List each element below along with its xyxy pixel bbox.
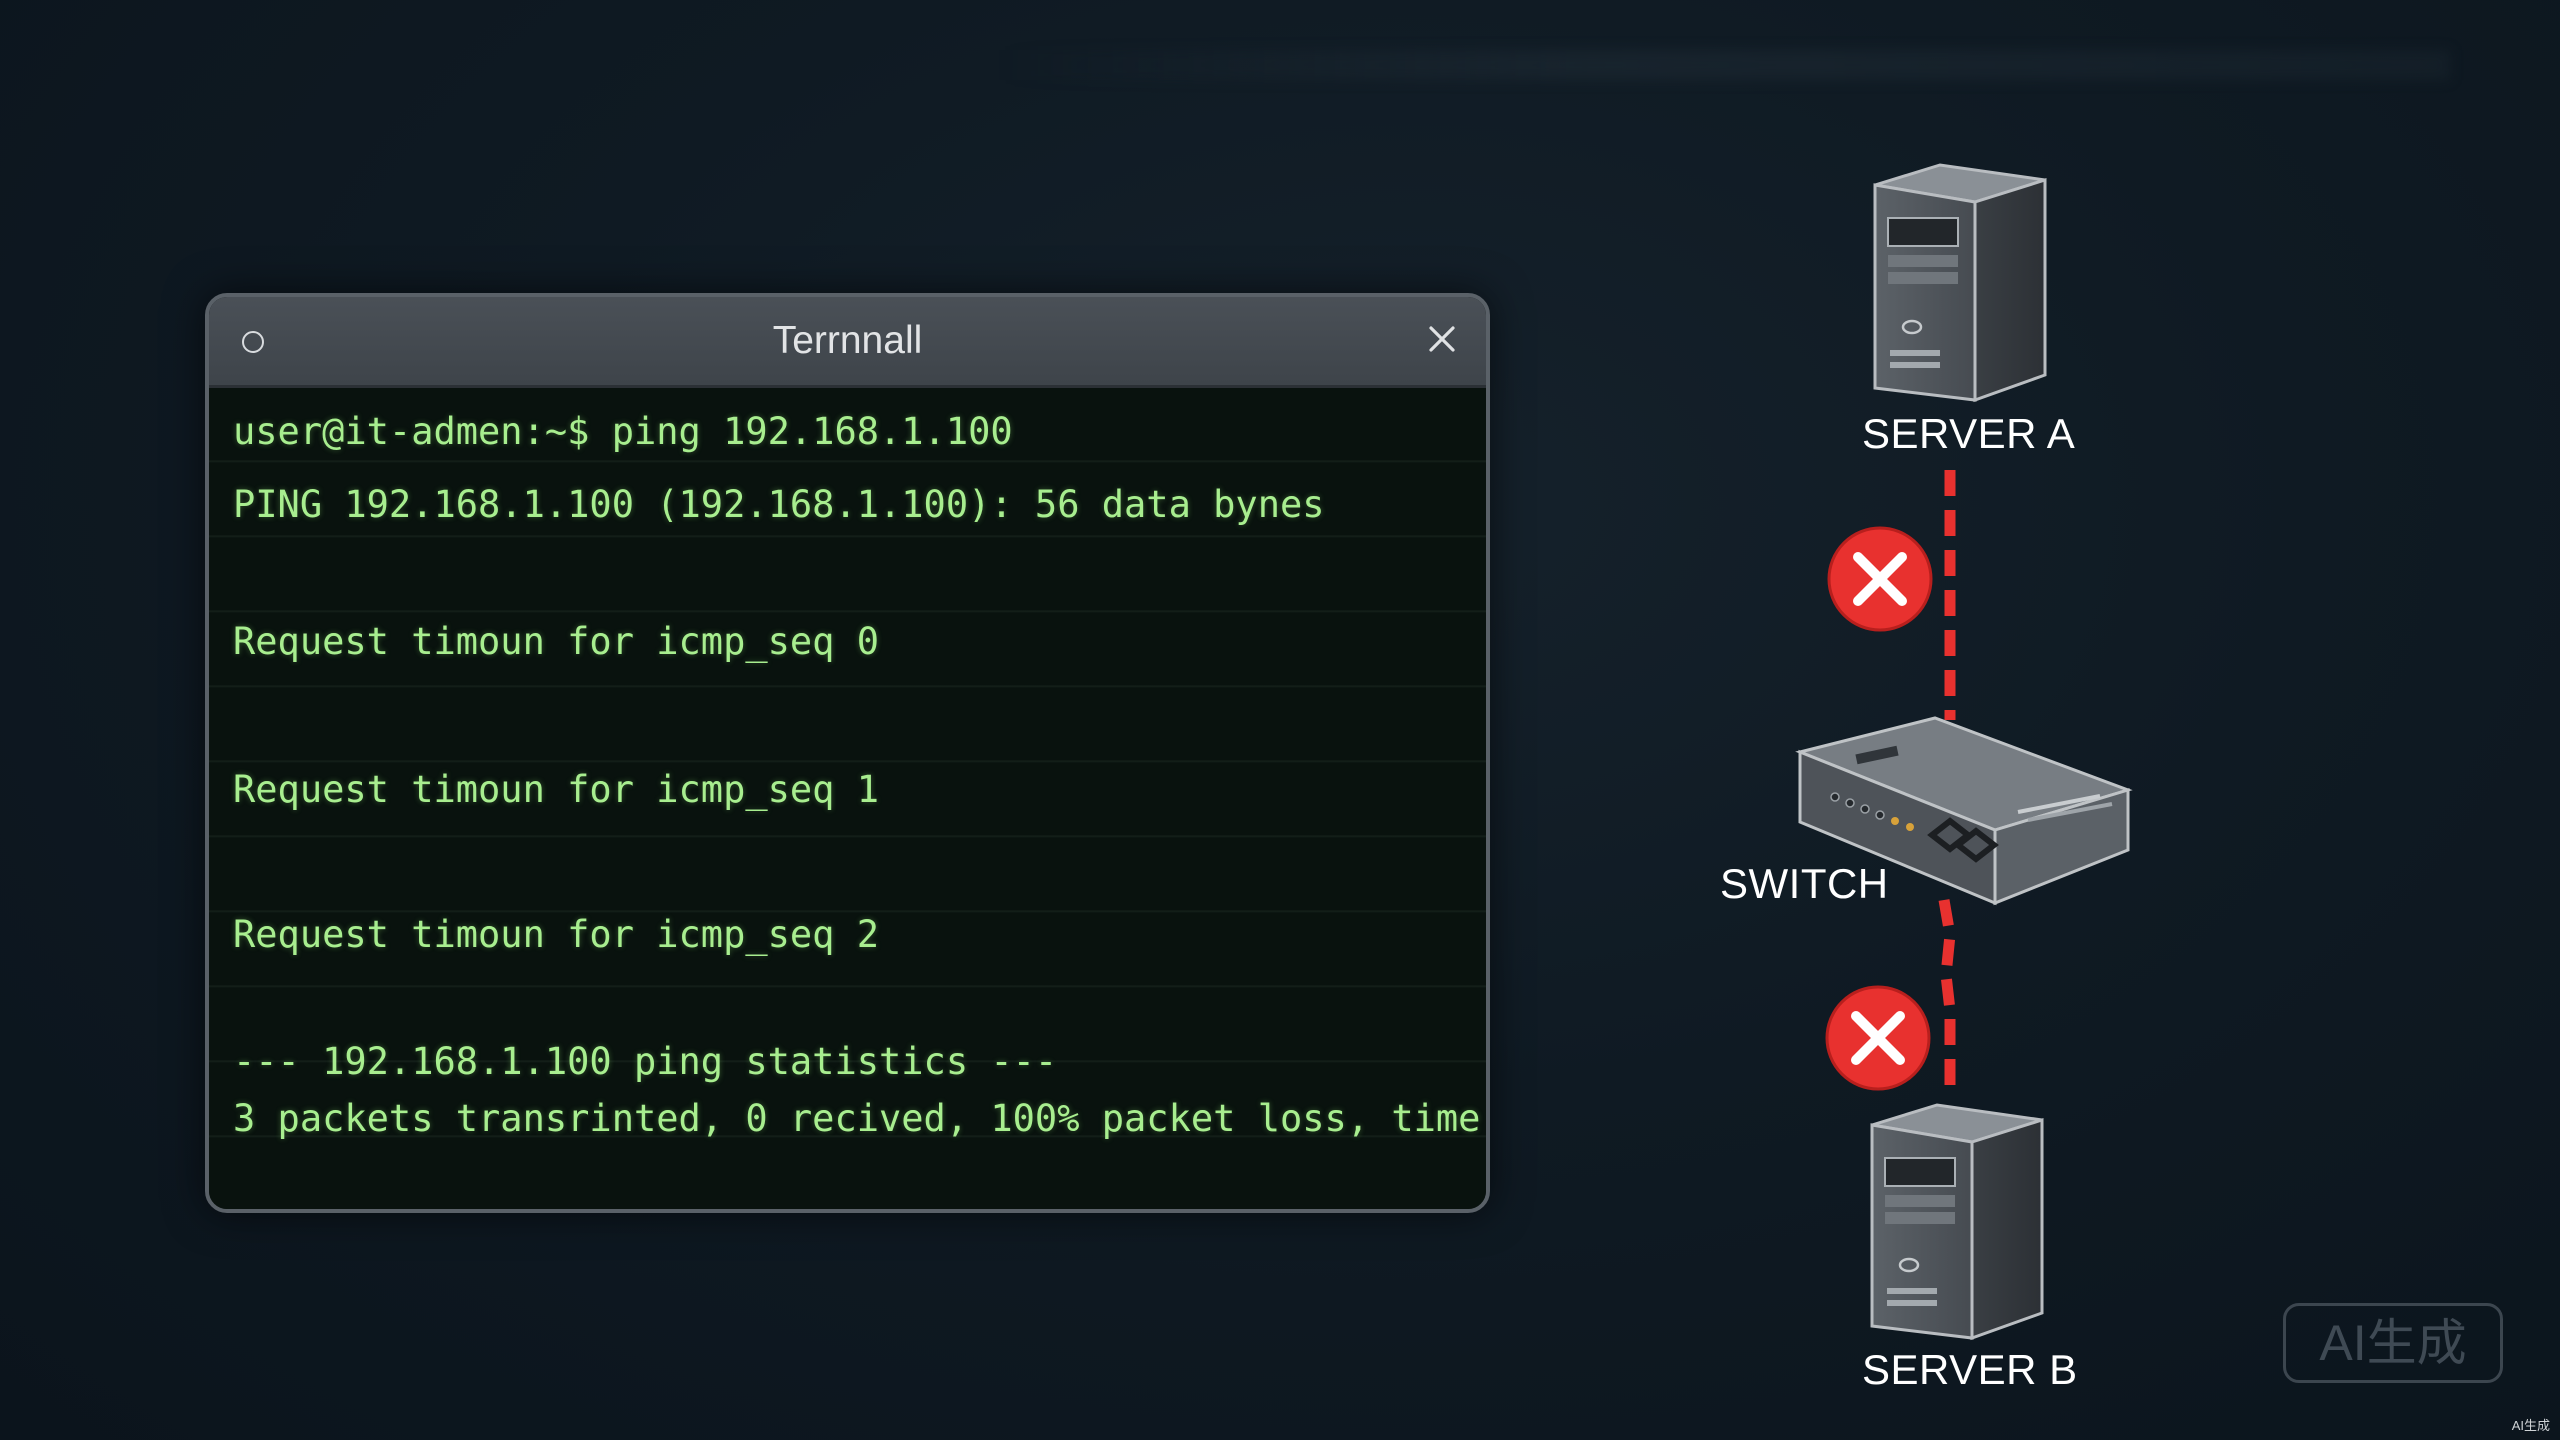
error-x-icon	[1825, 985, 1931, 1091]
error-x-icon	[1827, 526, 1933, 632]
server-tower-icon	[1873, 163, 2047, 403]
link-switch-server-b	[1938, 899, 1956, 1095]
ai-generated-mark: AI生成	[2511, 1418, 2550, 1433]
server-tower-icon	[1870, 1103, 2044, 1341]
switch-label: SWITCH	[1720, 860, 1889, 907]
server-b-label: SERVER B	[1862, 1346, 2078, 1393]
network-diagram	[1795, 163, 2133, 1341]
server-a-label: SERVER A	[1862, 410, 2076, 457]
ai-generated-badge: AI生成	[2283, 1303, 2503, 1383]
